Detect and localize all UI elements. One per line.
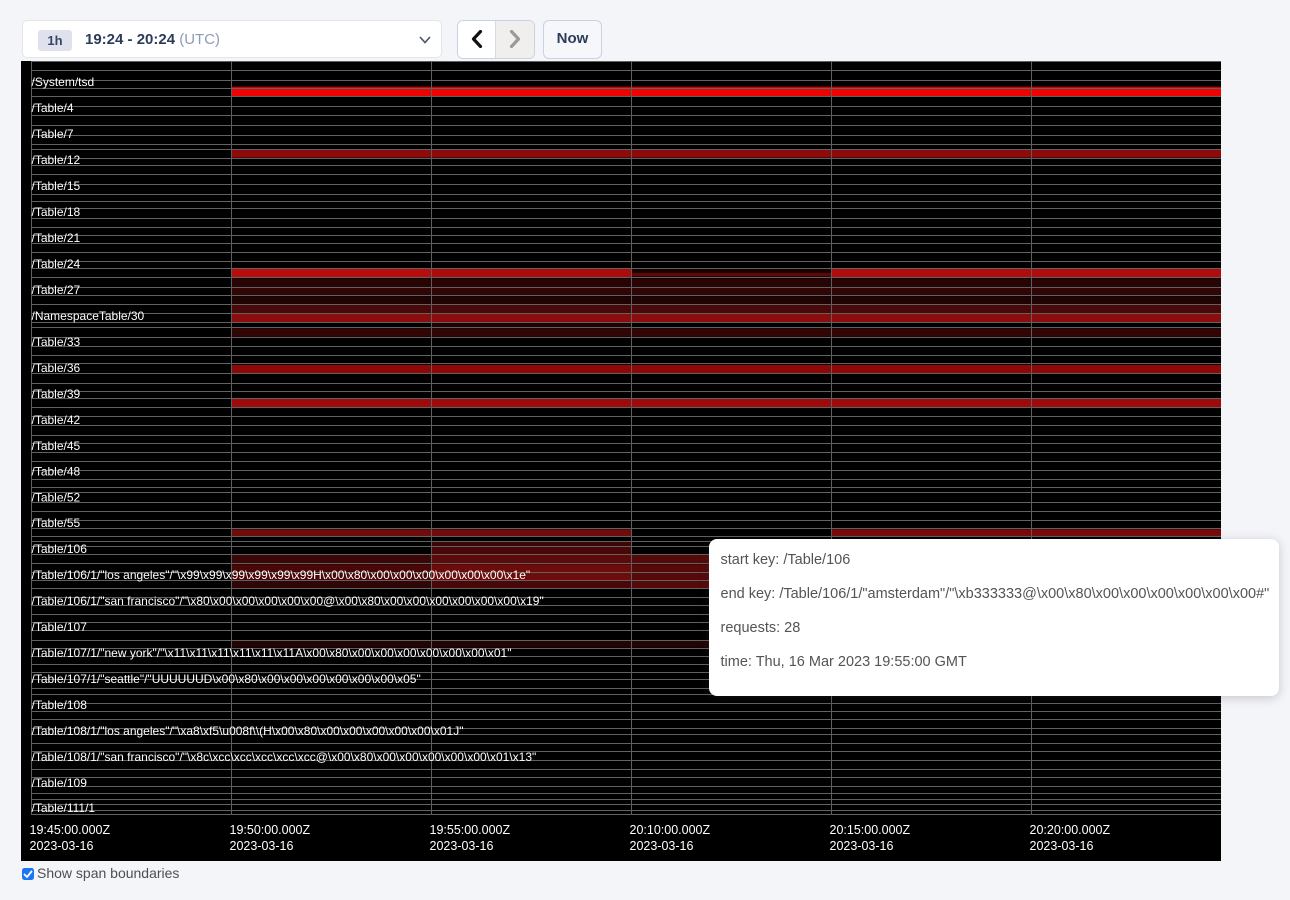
svg-text:/Table/7: /Table/7 xyxy=(32,127,74,141)
svg-text:/Table/107/1/"new york"/"\x11\: /Table/107/1/"new york"/"\x11\x11\x11\x1… xyxy=(32,646,512,660)
svg-text:2023-03-16: 2023-03-16 xyxy=(430,839,494,853)
svg-text:/Table/45: /Table/45 xyxy=(32,439,81,453)
svg-text:20:20:00.000Z: 20:20:00.000Z xyxy=(1030,823,1111,837)
svg-text:/Table/12: /Table/12 xyxy=(32,153,81,167)
svg-text:/Table/108: /Table/108 xyxy=(32,698,88,712)
svg-text:/Table/109: /Table/109 xyxy=(32,776,88,790)
svg-text:2023-03-16: 2023-03-16 xyxy=(630,839,694,853)
svg-text:/NamespaceTable/30: /NamespaceTable/30 xyxy=(32,309,145,323)
svg-text:/Table/15: /Table/15 xyxy=(32,179,81,193)
svg-text:19:45:00.000Z: 19:45:00.000Z xyxy=(30,823,111,837)
svg-text:/Table/106: /Table/106 xyxy=(32,542,88,556)
svg-text:/Table/106/1/"san francisco"/": /Table/106/1/"san francisco"/"\x80\x00\x… xyxy=(32,594,544,608)
svg-text:20:15:00.000Z: 20:15:00.000Z xyxy=(830,823,911,837)
svg-text:2023-03-16: 2023-03-16 xyxy=(230,839,294,853)
svg-text:/Table/108/1/"los angeles"/"\x: /Table/108/1/"los angeles"/"\xa8\xf5\u00… xyxy=(32,724,464,738)
svg-text:19:55:00.000Z: 19:55:00.000Z xyxy=(430,823,511,837)
svg-text:2023-03-16: 2023-03-16 xyxy=(830,839,894,853)
svg-text:/System/tsd: /System/tsd xyxy=(32,75,95,89)
svg-text:2023-03-16: 2023-03-16 xyxy=(30,839,94,853)
svg-text:/Table/106/1/"los angeles"/"\x: /Table/106/1/"los angeles"/"\x99\x99\x99… xyxy=(32,568,531,582)
svg-text:/Table/36: /Table/36 xyxy=(32,361,81,375)
svg-text:/Table/108/1/"san francisco"/": /Table/108/1/"san francisco"/"\x8c\xcc\x… xyxy=(32,750,537,764)
svg-text:/Table/39: /Table/39 xyxy=(32,387,81,401)
svg-text:/Table/21: /Table/21 xyxy=(32,231,81,245)
svg-text:/Table/107: /Table/107 xyxy=(32,620,88,634)
svg-text:/Table/107/1/"seattle"/"UUUUUU: /Table/107/1/"seattle"/"UUUUUUD\x00\x80\… xyxy=(32,672,421,686)
svg-text:/Table/27: /Table/27 xyxy=(32,283,81,297)
svg-text:/Table/48: /Table/48 xyxy=(32,465,81,479)
svg-text:/Table/55: /Table/55 xyxy=(32,516,81,530)
svg-text:/Table/24: /Table/24 xyxy=(32,257,81,271)
svg-text:/Table/4: /Table/4 xyxy=(32,101,74,115)
svg-text:/Table/111/1: /Table/111/1 xyxy=(32,801,96,815)
svg-text:/Table/52: /Table/52 xyxy=(32,491,81,505)
svg-text:19:50:00.000Z: 19:50:00.000Z xyxy=(230,823,311,837)
svg-text:2023-03-16: 2023-03-16 xyxy=(1030,839,1094,853)
svg-text:/Table/33: /Table/33 xyxy=(32,335,81,349)
svg-text:/Table/18: /Table/18 xyxy=(32,205,81,219)
svg-text:20:10:00.000Z: 20:10:00.000Z xyxy=(630,823,711,837)
svg-text:/Table/42: /Table/42 xyxy=(32,413,81,427)
